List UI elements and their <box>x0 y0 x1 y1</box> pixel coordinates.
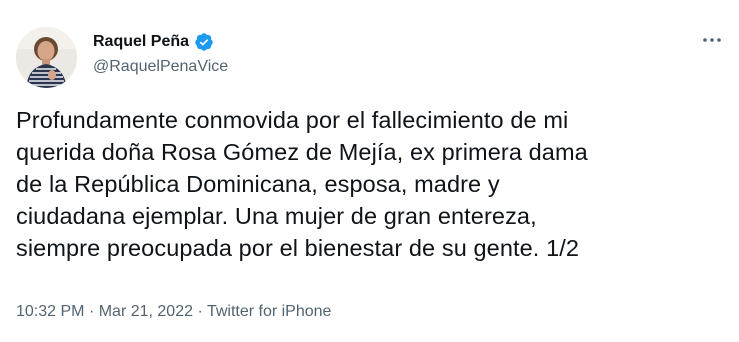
tweet-card: Raquel Peña @RaquelPenaVice Profundament… <box>0 0 739 342</box>
more-horizontal-icon <box>703 38 721 42</box>
profile-photo-icon <box>16 27 77 88</box>
verified-badge-icon <box>194 32 214 52</box>
author-display-name[interactable]: Raquel Peña <box>93 31 189 53</box>
author-name-row[interactable]: Raquel Peña <box>93 31 214 53</box>
tweet-text: Profundamente conmovida por el fallecimi… <box>16 107 588 261</box>
meta-separator: · <box>197 303 203 320</box>
tweet-time[interactable]: 10:32 PM <box>16 303 84 320</box>
tweet-source[interactable]: Twitter for iPhone <box>207 303 332 320</box>
author-handle[interactable]: @RaquelPenaVice <box>93 57 228 77</box>
avatar[interactable] <box>16 27 77 88</box>
tweet-date[interactable]: Mar 21, 2022 <box>99 303 193 320</box>
more-options-button[interactable] <box>700 32 724 48</box>
meta-separator: · <box>88 303 95 320</box>
tweet-metadata: 10:32 PM · Mar 21, 2022 · Twitter for iP… <box>16 302 331 322</box>
